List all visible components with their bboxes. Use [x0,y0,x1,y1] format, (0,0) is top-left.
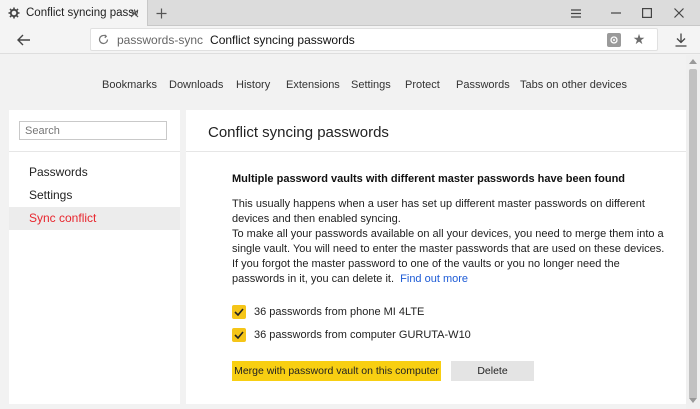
maximize-icon[interactable] [637,3,657,23]
url-field[interactable]: passwords-sync Conflict syncing password… [90,28,658,51]
vertical-scrollbar[interactable] [686,55,700,409]
checkbox-label-computer-vault: 36 passwords from computer GURUTA-W10 [254,329,471,341]
sidebar-divider [9,151,180,152]
close-icon[interactable] [669,3,689,23]
nav-item-settings[interactable]: Settings [351,79,391,91]
conflict-headline: Multiple password vaults with different … [232,173,626,185]
tab-title: Conflict syncing passwords [26,7,138,19]
back-arrow-icon[interactable] [16,32,32,48]
reload-icon[interactable] [97,34,109,46]
page-title: Conflict syncing passwords [208,124,389,141]
tab-strip: Conflict syncing passwords [0,0,700,26]
nav-item-tabs-other-devices[interactable]: Tabs on other devices [520,79,627,91]
vault-checkbox-row-phone[interactable]: 36 passwords from phone MI 4LTE [232,304,424,320]
plus-icon[interactable] [152,4,170,22]
explanation-paragraph-3: If you forgot the master password to one… [232,257,672,287]
explanation-paragraph-1: This usually happens when a user has set… [232,198,645,225]
extension-icon[interactable] [607,33,621,47]
nav-item-extensions[interactable]: Extensions [286,79,340,91]
nav-item-passwords[interactable]: Passwords [456,79,510,91]
checkbox-label-phone-vault: 36 passwords from phone MI 4LTE [254,306,425,318]
title-divider [186,151,686,152]
menu-icon[interactable] [566,3,586,23]
bookmark-star-icon[interactable]: ★ [631,31,647,48]
sidebar-item-passwords[interactable]: Passwords [9,161,180,184]
scroll-up-icon[interactable] [689,59,697,64]
delete-button[interactable]: Delete [451,361,534,381]
url-page-title: Conflict syncing passwords [210,32,355,47]
gear-icon [8,7,20,19]
scroll-down-icon[interactable] [689,398,697,403]
sidebar: Passwords Settings Sync conflict [9,110,180,404]
download-icon[interactable] [674,32,688,48]
close-tab-icon[interactable] [127,6,141,20]
scroll-thumb[interactable] [689,69,697,399]
sidebar-item-settings[interactable]: Settings [9,184,180,207]
url-host: passwords-sync [117,32,204,47]
find-out-more-link[interactable]: Find out more [400,273,468,285]
nav-item-history[interactable]: History [236,79,270,91]
main-panel: Conflict syncing passwords Multiple pass… [186,110,686,404]
checkbox-computer-vault[interactable] [232,328,246,342]
sidebar-item-sync-conflict[interactable]: Sync conflict [9,207,180,230]
explanation-text: This usually happens when a user has set… [232,197,672,287]
checkbox-phone-vault[interactable] [232,305,246,319]
address-bar: passwords-sync Conflict syncing password… [0,26,700,54]
nav-item-protect[interactable]: Protect [405,79,440,91]
merge-vault-button[interactable]: Merge with password vault on this comput… [232,361,441,381]
nav-item-downloads[interactable]: Downloads [169,79,223,91]
tab-active[interactable]: Conflict syncing passwords [0,0,148,26]
minimize-icon[interactable] [606,3,626,23]
search-input[interactable] [19,121,167,140]
explanation-paragraph-2: To make all your passwords available on … [232,228,665,255]
vault-checkbox-row-computer[interactable]: 36 passwords from computer GURUTA-W10 [232,327,471,343]
top-navigation: Bookmarks Downloads History Extensions S… [0,55,686,110]
nav-item-bookmarks[interactable]: Bookmarks [102,79,157,91]
